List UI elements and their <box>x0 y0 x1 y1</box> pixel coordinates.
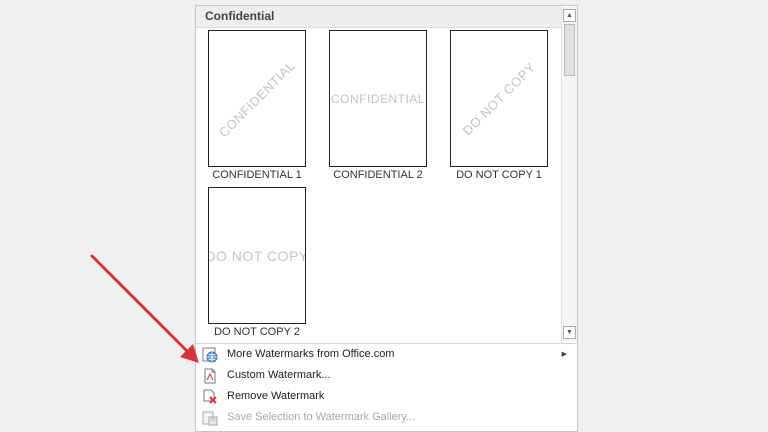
gallery-item-confidential-1[interactable]: CONFIDENTIAL CONFIDENTIAL 1 <box>207 30 307 181</box>
save-selection-label: Save Selection to Watermark Gallery... <box>227 411 416 423</box>
watermark-dropdown-panel: Confidential CONFIDENTIAL CONFIDENTIAL 1… <box>195 5 578 432</box>
save-gallery-icon <box>202 411 218 426</box>
gallery-item-label: DO NOT COPY 2 <box>214 326 300 338</box>
remove-watermark-label: Remove Watermark <box>227 390 325 402</box>
watermark-gallery: Confidential CONFIDENTIAL CONFIDENTIAL 1… <box>196 6 561 342</box>
document-icon <box>204 368 216 384</box>
watermark-preview-text: CONFIDENTIAL <box>330 91 426 106</box>
thumbnail-page: CONFIDENTIAL <box>208 30 306 167</box>
custom-watermark-label: Custom Watermark... <box>227 369 331 381</box>
thumbnail-page: DO NOT COPY <box>450 30 548 167</box>
gallery-item-confidential-2[interactable]: CONFIDENTIAL CONFIDENTIAL 2 <box>328 30 428 181</box>
watermark-menu: More Watermarks from Office.com ▶ Custom… <box>196 343 577 428</box>
remove-watermark-icon <box>203 389 217 404</box>
watermark-preview-text: DO NOT COPY <box>459 59 539 138</box>
more-watermarks-label: More Watermarks from Office.com <box>227 348 395 360</box>
gallery-item-label: DO NOT COPY 1 <box>456 169 542 181</box>
chevron-right-icon: ▶ <box>561 351 567 358</box>
scroll-down-icon[interactable]: ▼ <box>563 326 576 339</box>
scrollbar-thumb[interactable] <box>564 24 575 76</box>
save-selection-menu-item[interactable]: Save Selection to Watermark Gallery... <box>196 407 577 428</box>
watermark-preview-text: CONFIDENTIAL <box>215 57 299 140</box>
gallery-item-do-not-copy-1[interactable]: DO NOT COPY DO NOT COPY 1 <box>449 30 549 181</box>
gallery-item-label: CONFIDENTIAL 2 <box>333 169 423 181</box>
thumbnail-page: CONFIDENTIAL <box>329 30 427 167</box>
custom-watermark-menu-item[interactable]: Custom Watermark... <box>196 365 577 386</box>
remove-watermark-menu-item[interactable]: Remove Watermark <box>196 386 577 407</box>
globe-icon <box>202 347 218 363</box>
thumbnail-page: DO NOT COPY <box>208 187 306 324</box>
section-header-confidential: Confidential <box>196 6 561 28</box>
gallery-item-label: CONFIDENTIAL 1 <box>212 169 302 181</box>
gallery-item-do-not-copy-2[interactable]: DO NOT COPY DO NOT COPY 2 <box>207 187 307 338</box>
scroll-up-icon[interactable]: ▲ <box>563 9 576 22</box>
gallery-scrollbar[interactable]: ▲ ▼ <box>561 7 577 341</box>
more-watermarks-menu-item[interactable]: More Watermarks from Office.com ▶ <box>196 344 577 365</box>
watermark-preview-text: DO NOT COPY <box>208 247 306 264</box>
